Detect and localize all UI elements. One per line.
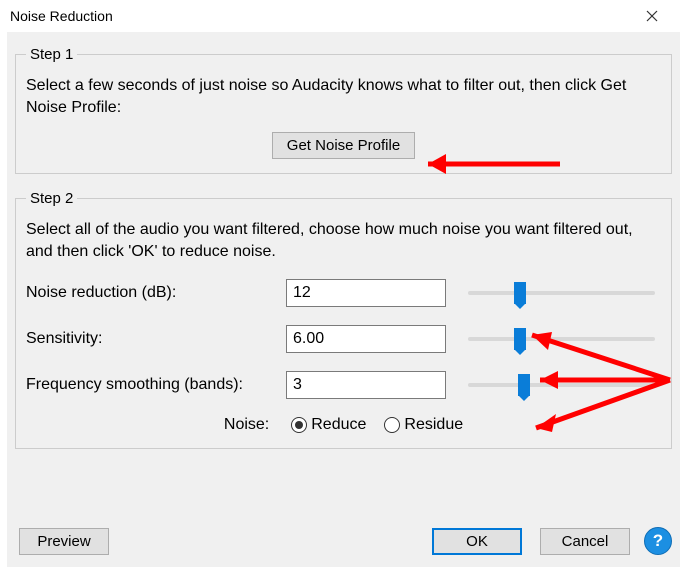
step2-instruction: Select all of the audio you want filtere…: [26, 219, 661, 262]
slider-track: [468, 383, 655, 387]
close-icon: [646, 10, 658, 22]
radio-icon: [291, 417, 307, 433]
step1-group: Step 1 Select a few seconds of just nois…: [15, 46, 672, 174]
noise-reduction-slider[interactable]: [468, 282, 655, 304]
reduce-radio[interactable]: Reduce: [291, 416, 366, 434]
sensitivity-slider[interactable]: [468, 328, 655, 350]
titlebar: Noise Reduction: [0, 0, 680, 32]
residue-radio-label: Residue: [404, 416, 463, 434]
slider-track: [468, 337, 655, 341]
frequency-smoothing-input[interactable]: [286, 371, 446, 399]
slider-thumb[interactable]: [514, 328, 526, 350]
step1-legend: Step 1: [26, 46, 77, 63]
help-button[interactable]: ?: [644, 527, 672, 555]
frequency-smoothing-row: Frequency smoothing (bands):: [26, 370, 661, 400]
noise-reduction-label: Noise reduction (dB):: [26, 284, 286, 302]
sensitivity-row: Sensitivity:: [26, 324, 661, 354]
step2-legend: Step 2: [26, 190, 77, 207]
get-noise-profile-button[interactable]: Get Noise Profile: [272, 132, 415, 159]
frequency-smoothing-label: Frequency smoothing (bands):: [26, 376, 286, 394]
residue-radio[interactable]: Residue: [384, 416, 463, 434]
frequency-smoothing-slider[interactable]: [468, 374, 655, 396]
step2-group: Step 2 Select all of the audio you want …: [15, 190, 672, 449]
noise-reduction-row: Noise reduction (dB):: [26, 278, 661, 308]
ok-button[interactable]: OK: [432, 528, 522, 555]
cancel-button[interactable]: Cancel: [540, 528, 630, 555]
slider-thumb[interactable]: [514, 282, 526, 304]
radio-icon: [384, 417, 400, 433]
dialog-content: Step 1 Select a few seconds of just nois…: [7, 32, 680, 567]
sensitivity-input[interactable]: [286, 325, 446, 353]
window-title: Noise Reduction: [10, 8, 113, 24]
help-icon: ?: [653, 531, 663, 551]
slider-thumb[interactable]: [518, 374, 530, 396]
preview-button[interactable]: Preview: [19, 528, 109, 555]
sensitivity-label: Sensitivity:: [26, 330, 286, 348]
step1-instruction: Select a few seconds of just noise so Au…: [26, 75, 661, 118]
dialog-footer: Preview OK Cancel ?: [19, 527, 672, 555]
noise-radio-row: Noise: Reduce Residue: [26, 416, 661, 434]
reduce-radio-label: Reduce: [311, 416, 366, 434]
close-button[interactable]: [632, 2, 672, 30]
slider-track: [468, 291, 655, 295]
noise-radio-label: Noise:: [224, 416, 269, 434]
noise-reduction-input[interactable]: [286, 279, 446, 307]
